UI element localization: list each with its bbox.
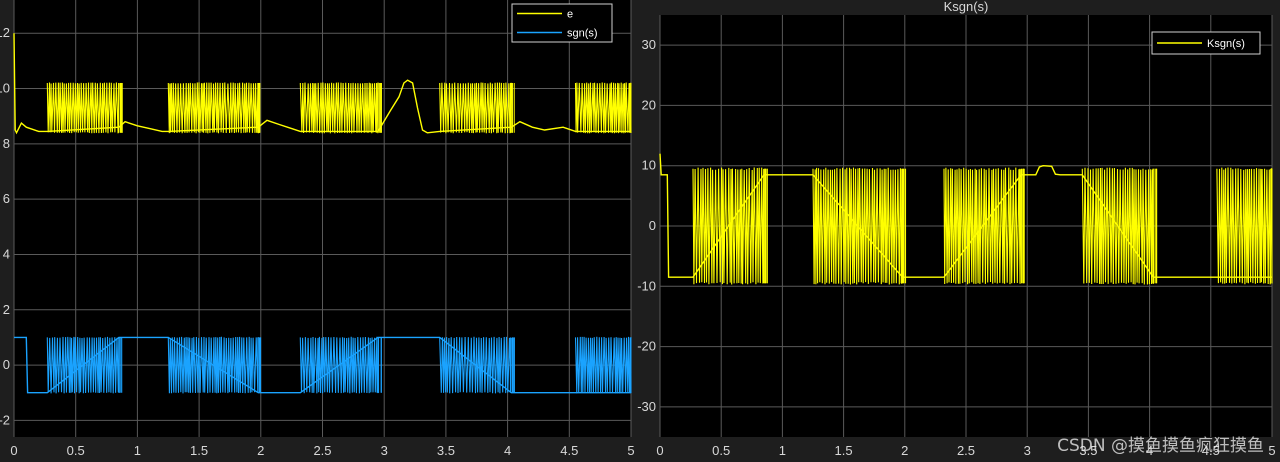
legend-label: Ksgn(s) — [1207, 38, 1245, 50]
x-tick-label: 2.5 — [957, 443, 975, 458]
y-tick-label: -2 — [0, 412, 10, 427]
subplot-1: 0 0.5 1 1.5 2 2.5 3 3.5 4 4.5 5 -2 0 2 4 6 8 10 12 e sgn(s) — [0, 0, 635, 458]
x-tick-label: 2.5 — [313, 443, 331, 458]
x-tick-label: 1 — [779, 443, 786, 458]
y-tick-label: 10 — [642, 158, 656, 173]
x-tick-label: 3 — [381, 443, 388, 458]
x-tick-label: 5 — [1268, 443, 1275, 458]
axes-2-title: Ksgn(s) — [944, 0, 989, 14]
legend-label: e — [567, 9, 573, 21]
y-tick-label: 8 — [3, 136, 10, 151]
x-tick-label: 0.5 — [67, 443, 85, 458]
x-tick-label: 2 — [901, 443, 908, 458]
y-tick-label: 30 — [642, 37, 656, 52]
legend-label: sgn(s) — [567, 28, 598, 40]
x-tick-label: 1.5 — [190, 443, 208, 458]
watermark: CSDN @摸鱼摸鱼疯狂摸鱼 — [1057, 436, 1264, 456]
subplot-2: Ksgn(s) 0 0.5 1 1.5 2 2.5 3 3.5 4 4.5 5-30-20-1001… — [637, 0, 1275, 458]
x-tick-label: 4 — [504, 443, 511, 458]
x-tick-label: 3.5 — [437, 443, 455, 458]
y-tick-label: -10 — [637, 278, 656, 293]
y-tick-label: 4 — [3, 246, 10, 261]
y-tick-label: -20 — [637, 339, 656, 354]
y-tick-label: 0 — [649, 218, 656, 233]
x-tick-label: 0.5 — [712, 443, 730, 458]
figure-canvas: 00.511.522.533.544.55-2024681012 esgn(s)… — [0, 0, 1276, 458]
x-tick-label: 1 — [134, 443, 141, 458]
y-tick-label: 10 — [0, 81, 10, 96]
x-tick-label: 5 — [627, 443, 634, 458]
y-tick-label: -30 — [637, 399, 656, 414]
y-tick-label: 2 — [3, 302, 10, 317]
y-tick-label: 6 — [3, 191, 10, 206]
x-tick-label: 3 — [1024, 443, 1031, 458]
x-tick-label: 2 — [257, 443, 264, 458]
y-tick-label: 12 — [0, 25, 10, 40]
y-tick-label: 20 — [642, 97, 656, 112]
axes-1-legend[interactable]: e sgn(s) — [511, 3, 613, 43]
y-tick-label: 0 — [3, 357, 10, 372]
x-tick-label: 4.5 — [560, 443, 578, 458]
x-tick-label: 0 — [10, 443, 17, 458]
x-tick-label: 0 — [656, 443, 663, 458]
x-tick-label: 1.5 — [835, 443, 853, 458]
axes-2-legend[interactable]: Ksgn(s) — [1151, 31, 1261, 55]
